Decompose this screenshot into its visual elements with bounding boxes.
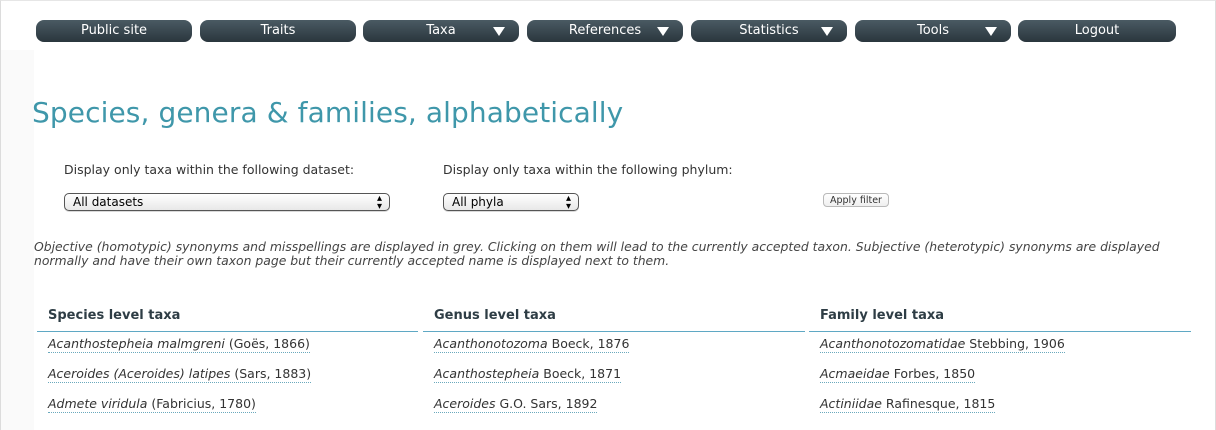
family-column-header: Family level taxa [809, 307, 1191, 332]
family-column: Family level taxa Acanthonotozomatidae S… [809, 307, 1191, 422]
taxon-author: (Sars, 1883) [230, 366, 312, 381]
phylum-select-value: All phyla [452, 195, 504, 209]
list-item[interactable]: Acanthonotozoma Boeck, 1876 [423, 332, 805, 362]
nav-taxa-button[interactable]: Taxa [363, 20, 519, 42]
apply-filter-button[interactable]: Apply filter [823, 193, 889, 207]
nav-public-site-label: Public site [80, 23, 148, 38]
taxon-author: G.O. Sars, 1892 [495, 396, 598, 411]
nav-traits-label: Traits [260, 23, 296, 38]
nav-traits-button[interactable]: Traits [200, 20, 356, 42]
species-column: Species level taxa Acanthostepheia malmg… [37, 307, 418, 422]
species-column-header: Species level taxa [37, 307, 418, 332]
chevron-down-icon [493, 27, 505, 36]
taxon-author: Stebbing, 1906 [965, 336, 1065, 351]
taxon-author: Rafinesque, 1815 [881, 396, 996, 411]
nav-logout-label: Logout [1074, 23, 1120, 38]
phylum-filter-label: Display only taxa within the following p… [443, 162, 733, 177]
taxon-author: (Fabricius, 1780) [147, 396, 256, 411]
taxon-author: Boeck, 1871 [539, 366, 622, 381]
select-arrows-icon: ▴ ▾ [376, 193, 382, 212]
chevron-down-icon [821, 27, 833, 36]
nav-public-site-button[interactable]: Public site [36, 20, 192, 42]
list-item[interactable]: Aceroides (Aceroides) latipes (Sars, 188… [37, 362, 418, 392]
taxon-name[interactable]: Acanthostepheia [434, 366, 539, 381]
nav-logout-button[interactable]: Logout [1018, 20, 1176, 42]
nav-statistics-button[interactable]: Statistics [691, 20, 847, 42]
taxon-author: Forbes, 1850 [889, 366, 976, 381]
taxon-name[interactable]: Aceroides (Aceroides) latipes [48, 366, 230, 381]
taxon-name[interactable]: Acanthostepheia malmgreni [48, 336, 225, 351]
list-item[interactable]: Admete viridula (Fabricius, 1780) [37, 392, 418, 422]
taxon-name[interactable]: Aceroides [434, 396, 496, 411]
genus-column-header: Genus level taxa [423, 307, 805, 332]
taxon-name[interactable]: Acanthonotozoma [434, 336, 548, 351]
taxon-name[interactable]: Acanthonotozomatidae [820, 336, 965, 351]
dataset-filter-label: Display only taxa within the following d… [64, 162, 355, 177]
list-item[interactable]: Acanthostepheia malmgreni (Goës, 1866) [37, 332, 418, 362]
list-item[interactable]: Aceroides G.O. Sars, 1892 [423, 392, 805, 422]
list-item[interactable]: Acanthonotozomatidae Stebbing, 1906 [809, 332, 1191, 362]
dataset-select-value: All datasets [73, 195, 144, 209]
nav-references-label: References [568, 23, 642, 38]
list-item[interactable]: Actiniidae Rafinesque, 1815 [809, 392, 1191, 422]
list-item[interactable]: Acmaeidae Forbes, 1850 [809, 362, 1191, 392]
synonym-note: Objective (homotypic) synonyms and missp… [34, 239, 1160, 268]
taxon-name[interactable]: Actiniidae [820, 396, 882, 411]
nav-tools-button[interactable]: Tools [855, 20, 1011, 42]
taxon-author: (Goës, 1866) [224, 336, 310, 351]
list-item[interactable]: Acanthostepheia Boeck, 1871 [423, 362, 805, 392]
taxon-author: Boeck, 1876 [547, 336, 630, 351]
chevron-down-icon [657, 27, 669, 36]
nav-references-button[interactable]: References [527, 20, 683, 42]
page-title: Species, genera & families, alphabetical… [32, 96, 624, 129]
dataset-select[interactable]: All datasets ▴ ▾ [64, 193, 390, 212]
taxon-name[interactable]: Acmaeidae [820, 366, 890, 381]
taxon-name[interactable]: Admete viridula [48, 396, 147, 411]
chevron-down-icon [985, 27, 997, 36]
select-arrows-icon: ▴ ▾ [565, 193, 571, 212]
nav-taxa-label: Taxa [426, 23, 456, 38]
phylum-select[interactable]: All phyla ▴ ▾ [443, 193, 579, 212]
nav-tools-label: Tools [916, 23, 950, 38]
left-margin [1, 50, 34, 430]
nav-statistics-label: Statistics [739, 23, 799, 38]
genus-column: Genus level taxa Acanthonotozoma Boeck, … [423, 307, 805, 422]
